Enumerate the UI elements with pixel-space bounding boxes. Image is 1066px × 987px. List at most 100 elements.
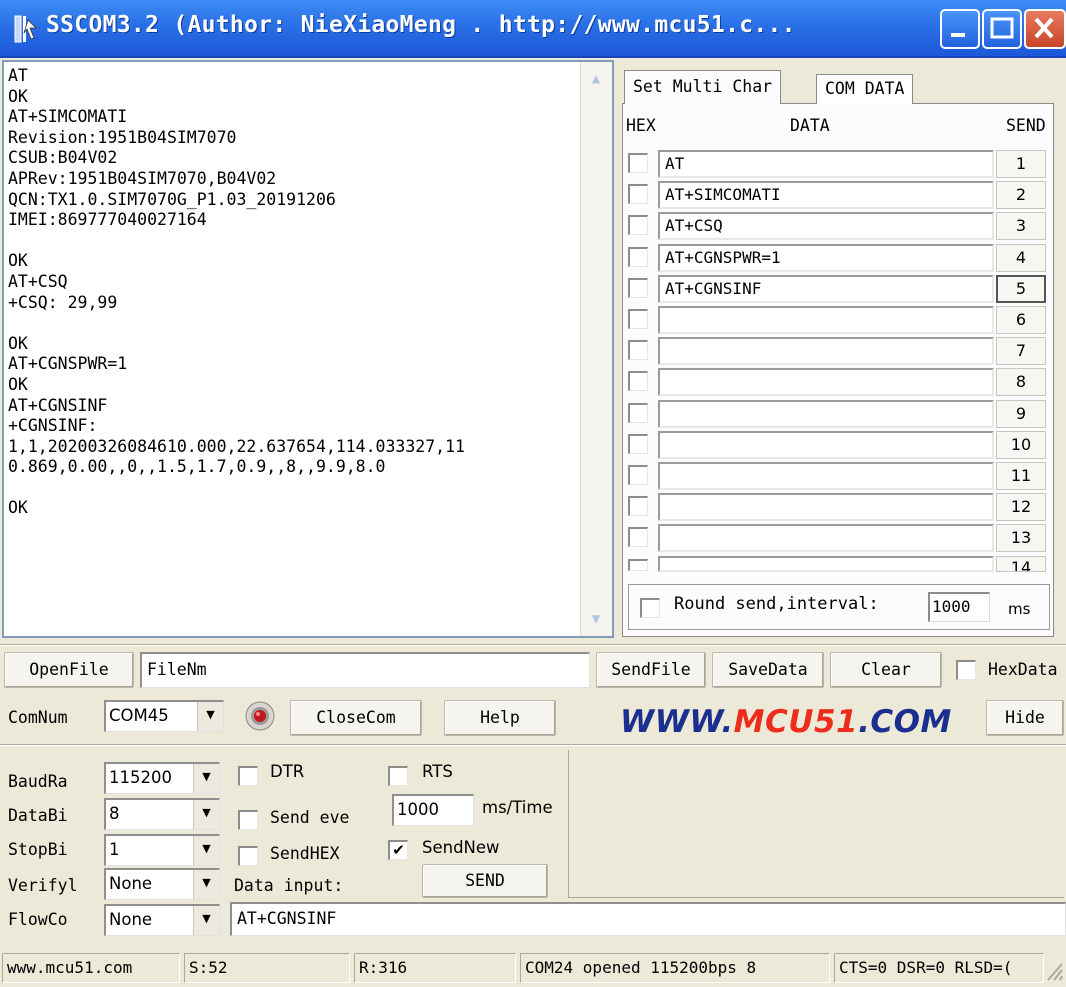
chevron-down-icon[interactable]: ▼ bbox=[193, 836, 219, 865]
row-hex-checkbox[interactable] bbox=[628, 465, 648, 485]
status-signals: CTS=0 DSR=0 RLSD=( bbox=[834, 953, 1044, 983]
row-send-button[interactable]: 6 bbox=[996, 306, 1046, 334]
rts-checkbox[interactable] bbox=[388, 766, 408, 786]
row-hex-checkbox[interactable] bbox=[628, 496, 648, 516]
flow-control-value: None bbox=[109, 910, 153, 929]
row-send-button[interactable]: 3 bbox=[996, 212, 1046, 240]
title-bar[interactable]: SSCOM3.2 (Author: NieXiaoMeng . http://w… bbox=[0, 0, 1066, 58]
receive-textarea[interactable]: AT OK AT+SIMCOMATI Revision:1951B04SIM7070 C… bbox=[2, 60, 614, 638]
com-num-value: COM45 bbox=[109, 706, 169, 725]
data-bits-select[interactable]: 8 ▼ bbox=[104, 798, 220, 830]
close-com-button[interactable]: CloseCom bbox=[290, 700, 422, 736]
receive-line: AT bbox=[8, 66, 28, 85]
com-num-select[interactable]: COM45 ▼ bbox=[104, 700, 224, 732]
receive-line: AT+SIMCOMATI bbox=[8, 107, 128, 127]
send-file-button[interactable]: SendFile bbox=[596, 652, 706, 688]
row-data-input[interactable] bbox=[658, 462, 994, 490]
open-file-button[interactable]: OpenFile bbox=[4, 652, 134, 688]
row-send-button[interactable]: 5 bbox=[996, 275, 1046, 303]
verify-select[interactable]: None ▼ bbox=[104, 868, 220, 900]
row-hex-checkbox[interactable] bbox=[628, 278, 648, 298]
row-data-input[interactable]: AT+CGNSPWR=1 bbox=[658, 244, 994, 272]
chevron-down-icon[interactable]: ▼ bbox=[193, 800, 219, 829]
chevron-down-icon[interactable]: ▼ bbox=[193, 764, 219, 793]
receive-line: APRev:1951B04SIM7070,B04V02 bbox=[8, 168, 277, 188]
row-send-button[interactable]: 4 bbox=[996, 244, 1046, 272]
baud-rate-value: 115200 bbox=[109, 768, 172, 787]
clear-button[interactable]: Clear bbox=[830, 652, 942, 688]
row-send-button[interactable]: 7 bbox=[996, 337, 1046, 365]
close-button[interactable] bbox=[1024, 9, 1066, 49]
chevron-down-icon[interactable]: ▼ bbox=[193, 870, 219, 899]
row-hex-checkbox[interactable] bbox=[628, 215, 648, 235]
row-hex-checkbox[interactable] bbox=[628, 403, 648, 423]
row-data-input[interactable] bbox=[658, 431, 994, 459]
row-hex-checkbox[interactable] bbox=[628, 184, 648, 204]
flow-control-label: FlowCo bbox=[8, 910, 68, 929]
send-every-interval-input[interactable]: 1000 bbox=[392, 794, 474, 826]
receive-line: +CSQ: 29,99 bbox=[8, 292, 118, 312]
hide-button[interactable]: Hide bbox=[986, 700, 1064, 736]
flow-control-select[interactable]: None ▼ bbox=[104, 904, 220, 936]
row-data-input[interactable] bbox=[658, 306, 994, 334]
row-send-button[interactable]: 8 bbox=[996, 368, 1046, 396]
row-data-input[interactable] bbox=[658, 524, 994, 552]
row-send-button[interactable]: 13 bbox=[996, 524, 1046, 552]
chevron-down-icon[interactable]: ▼ bbox=[197, 702, 223, 731]
com-num-label: ComNum bbox=[8, 708, 68, 727]
row-hex-checkbox[interactable] bbox=[628, 371, 648, 391]
row-send-button[interactable]: 11 bbox=[996, 462, 1046, 490]
baud-rate-select[interactable]: 115200 ▼ bbox=[104, 762, 220, 794]
row-hex-checkbox[interactable] bbox=[628, 559, 648, 571]
row-send-button[interactable]: 9 bbox=[996, 400, 1046, 428]
send-hex-checkbox[interactable] bbox=[238, 846, 258, 866]
row-hex-checkbox[interactable] bbox=[628, 340, 648, 360]
hex-data-checkbox[interactable] bbox=[956, 660, 976, 680]
round-interval-input[interactable]: 1000 bbox=[928, 592, 990, 622]
tab-set-multi-char[interactable]: Set Multi Char bbox=[624, 70, 782, 104]
row-data-input[interactable] bbox=[658, 493, 994, 521]
stop-bits-select[interactable]: 1 ▼ bbox=[104, 834, 220, 866]
send-button[interactable]: SEND bbox=[422, 864, 548, 898]
send-new-checkbox[interactable]: ✔ bbox=[388, 840, 408, 860]
row-data-input[interactable] bbox=[658, 400, 994, 428]
row-hex-checkbox[interactable] bbox=[628, 309, 648, 329]
help-button[interactable]: Help bbox=[444, 700, 556, 736]
tab-com-data[interactable]: COM DATA bbox=[816, 74, 914, 104]
port-status-led-icon[interactable] bbox=[244, 700, 276, 732]
row-send-button[interactable]: 10 bbox=[996, 431, 1046, 459]
resize-grip-icon[interactable] bbox=[1044, 960, 1064, 982]
round-send-checkbox[interactable] bbox=[640, 598, 660, 618]
row-hex-checkbox[interactable] bbox=[628, 527, 648, 547]
row-data-input[interactable]: AT+CSQ bbox=[658, 212, 994, 240]
row-send-button[interactable]: 2 bbox=[996, 181, 1046, 209]
row-data-input[interactable] bbox=[658, 556, 994, 572]
row-send-button[interactable]: 12 bbox=[996, 493, 1046, 521]
data-column-header: DATA bbox=[790, 116, 830, 135]
row-data-input[interactable] bbox=[658, 337, 994, 365]
scroll-up-icon[interactable]: ▲ bbox=[583, 66, 609, 92]
maximize-button[interactable] bbox=[982, 9, 1022, 49]
receive-line: AT+CGNSPWR=1 bbox=[8, 354, 128, 374]
row-data-input[interactable] bbox=[658, 368, 994, 396]
send-every-unit: ms/Time bbox=[482, 798, 553, 817]
row-hex-checkbox[interactable] bbox=[628, 153, 648, 173]
row-hex-checkbox[interactable] bbox=[628, 434, 648, 454]
row-data-input[interactable]: AT bbox=[658, 150, 994, 178]
data-input-field[interactable]: AT+CGNSINF bbox=[230, 902, 1066, 936]
scroll-down-icon[interactable]: ▼ bbox=[583, 606, 609, 632]
row-hex-checkbox[interactable] bbox=[628, 247, 648, 267]
receive-line bbox=[8, 313, 578, 334]
minimize-button[interactable] bbox=[940, 9, 980, 49]
row-data-input[interactable]: AT+SIMCOMATI bbox=[658, 181, 994, 209]
file-name-field[interactable]: FileNm bbox=[140, 652, 590, 688]
minimize-icon bbox=[951, 33, 965, 37]
dtr-checkbox[interactable] bbox=[238, 766, 258, 786]
receive-scrollbar[interactable]: ▲ ▼ bbox=[580, 62, 612, 636]
chevron-down-icon[interactable]: ▼ bbox=[193, 906, 219, 935]
send-every-checkbox[interactable] bbox=[238, 810, 258, 830]
row-send-button[interactable]: 1 bbox=[996, 150, 1046, 178]
row-data-input[interactable]: AT+CGNSINF bbox=[658, 275, 994, 303]
save-data-button[interactable]: SaveData bbox=[712, 652, 824, 688]
row-send-button[interactable]: 14 bbox=[996, 556, 1046, 572]
